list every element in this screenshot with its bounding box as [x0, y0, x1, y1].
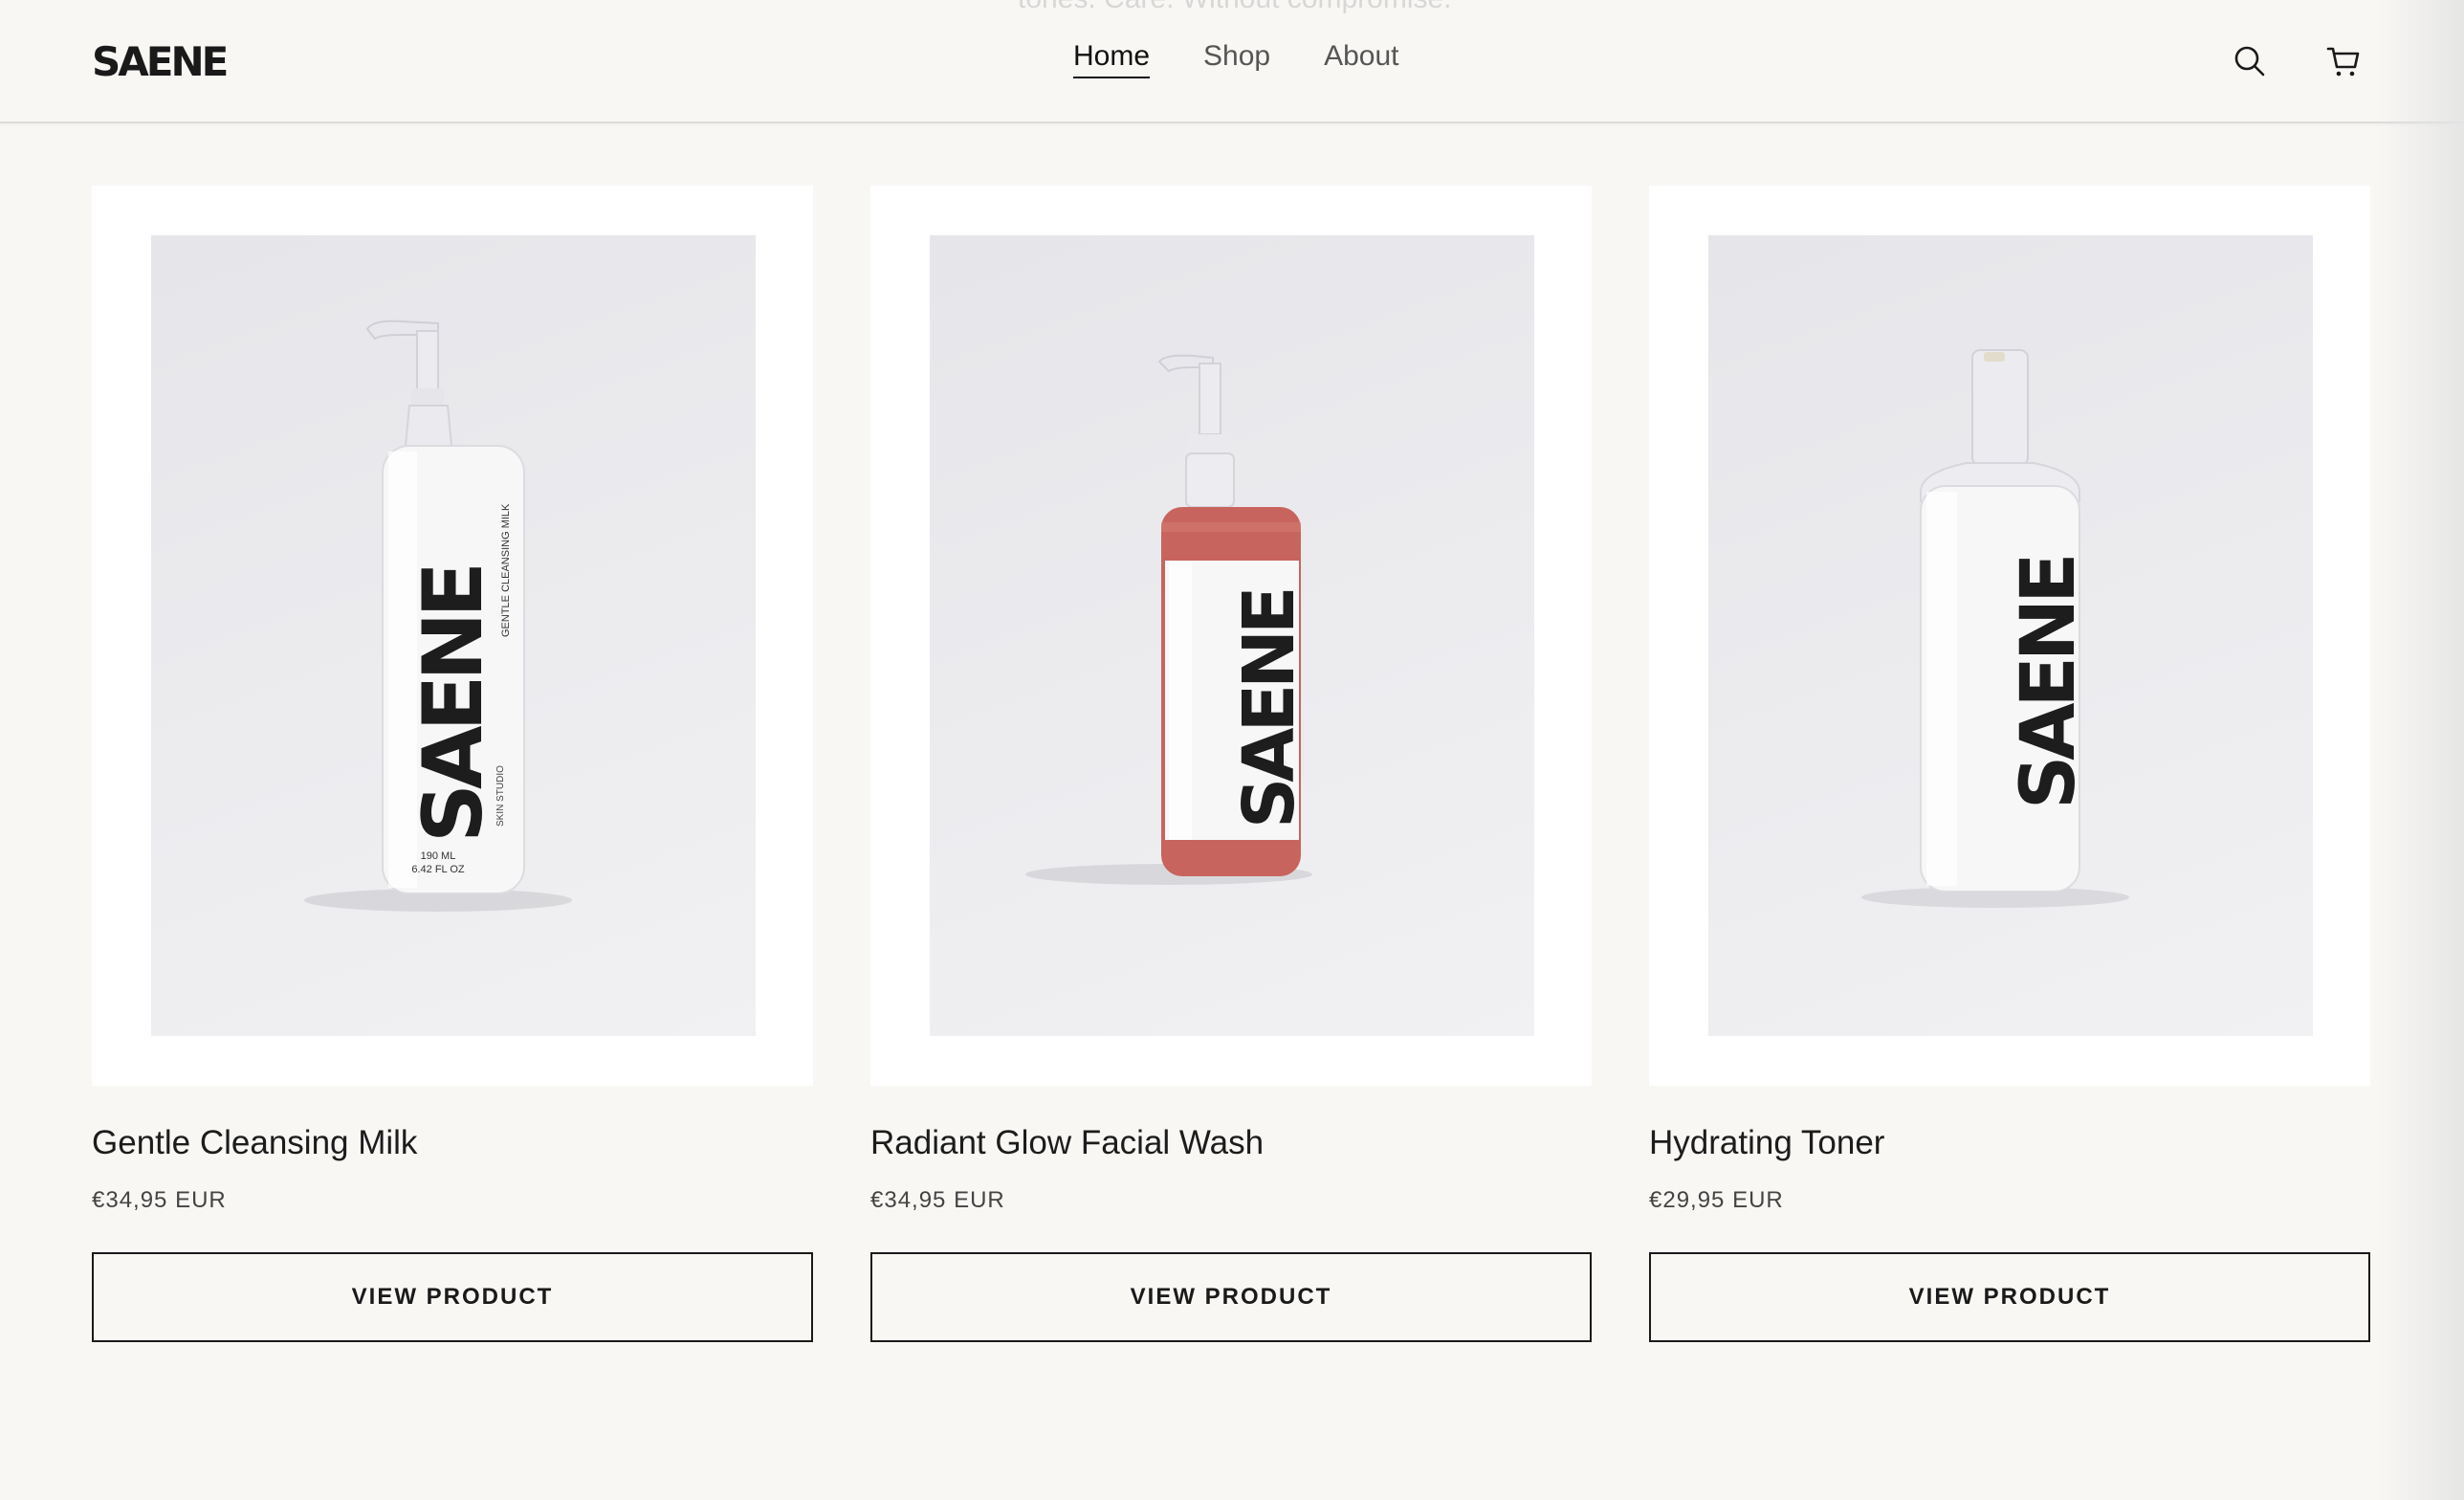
view-product-button[interactable]: VIEW PRODUCT — [92, 1252, 813, 1342]
product-grid: SAENE GENTLE CLEANSING MILK SKIN STUDIO … — [92, 186, 2370, 1342]
bottle-studio-text: SKIN STUDIO — [495, 765, 506, 827]
bottle-brand-text: SAENE — [1228, 590, 1310, 828]
product-card: SAENE Hydrating Toner €29,95 EUR VIEW PR… — [1649, 186, 2370, 1342]
hero-tagline-fragment: tones. Care. Without compromise. — [1018, 0, 1452, 15]
product-card: SAENE GENTLE CLEANSING MILK SKIN STUDIO … — [92, 186, 813, 1342]
bottle-product-text: GENTLE CLEANSING MILK — [500, 503, 512, 637]
search-icon[interactable] — [2231, 42, 2269, 80]
nav-home-link[interactable]: Home — [1073, 40, 1151, 78]
product-price: €29,95 EUR — [1649, 1187, 1784, 1213]
product-price: €34,95 EUR — [92, 1187, 227, 1213]
product-card: SAENE Radiant Glow Facial Wash €34,95 EU… — [870, 186, 1592, 1342]
bottle-volume-text: 190 ML — [421, 850, 456, 862]
product-image[interactable]: SAENE GENTLE CLEANSING MILK SKIN STUDIO … — [151, 235, 756, 1036]
bottle-volume-oz-text: 6.42 FL OZ — [411, 864, 465, 875]
view-product-button[interactable]: VIEW PRODUCT — [870, 1252, 1592, 1342]
nav-about-link[interactable]: About — [1324, 40, 1398, 78]
product-image-frame[interactable]: SAENE — [1649, 186, 2370, 1086]
page: tones. Care. Without compromise. SAENE H… — [0, 0, 2464, 1500]
bottle-brand-text: SAENE — [2006, 558, 2092, 809]
edge-shadow — [2378, 0, 2464, 1500]
cart-icon[interactable] — [2324, 42, 2363, 80]
product-image-frame[interactable]: SAENE — [870, 186, 1592, 1086]
site-header: tones. Care. Without compromise. SAENE H… — [0, 0, 2464, 123]
brand-logo[interactable]: SAENE — [92, 38, 229, 85]
product-title[interactable]: Radiant Glow Facial Wash — [870, 1124, 1592, 1162]
product-title[interactable]: Hydrating Toner — [1649, 1124, 2370, 1162]
nav-shop-link[interactable]: Shop — [1203, 40, 1270, 78]
product-image[interactable]: SAENE — [1708, 235, 2313, 1036]
product-image[interactable]: SAENE — [930, 235, 1534, 1036]
product-title[interactable]: Gentle Cleansing Milk — [92, 1124, 813, 1162]
view-product-button[interactable]: VIEW PRODUCT — [1649, 1252, 2370, 1342]
product-price: €34,95 EUR — [870, 1187, 1005, 1213]
main-nav: Home Shop About — [1073, 40, 1399, 78]
bottle-brand-text: SAENE — [406, 567, 501, 843]
product-image-frame[interactable]: SAENE GENTLE CLEANSING MILK SKIN STUDIO … — [92, 186, 813, 1086]
